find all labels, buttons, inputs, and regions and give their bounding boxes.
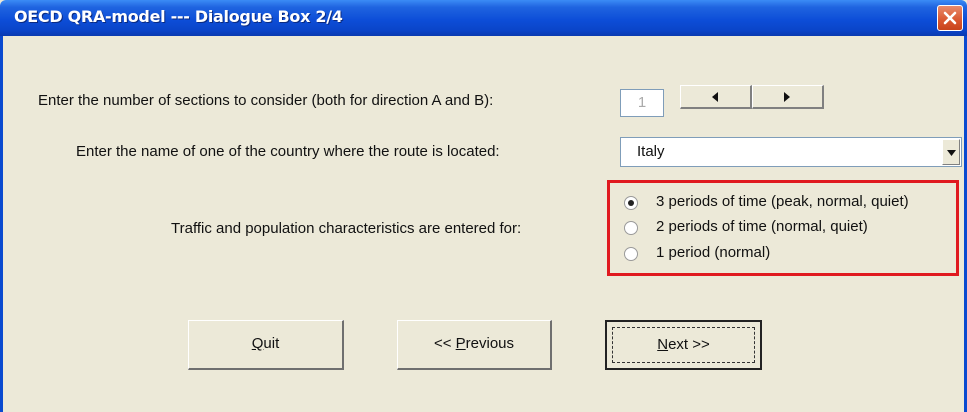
traffic-label: Traffic and population characteristics a…: [171, 220, 522, 237]
country-label: Enter the name of one of the country whe…: [76, 143, 500, 160]
dropdown-button[interactable]: [942, 139, 960, 165]
quit-label-rest: uit: [263, 335, 280, 352]
previous-label-rest: revious: [465, 335, 515, 352]
spin-increment-button[interactable]: [752, 85, 824, 109]
radio-button[interactable]: [624, 196, 638, 210]
radio-option-label: 2 periods of time (normal, quiet): [656, 218, 868, 235]
previous-button[interactable]: << Previous: [397, 320, 552, 370]
next-accel: N: [657, 336, 669, 353]
radio-option-label: 1 period (normal): [656, 244, 771, 261]
sections-count-field[interactable]: 1: [620, 89, 664, 117]
sections-label: Enter the number of sections to consider…: [38, 92, 494, 109]
window-title: OECD QRA-model --- Dialogue Box 2/4: [14, 7, 343, 26]
spin-decrement-button[interactable]: [680, 85, 752, 109]
arrow-right-icon: [784, 92, 790, 102]
radio-button[interactable]: [624, 221, 638, 235]
dialog-window: OECD QRA-model --- Dialogue Box 2/4 Ente…: [0, 0, 967, 412]
arrow-left-icon: [712, 92, 718, 102]
country-dropdown[interactable]: Italy: [620, 137, 962, 167]
previous-accel: P: [455, 335, 466, 352]
radio-option-label: 3 periods of time (peak, normal, quiet): [656, 193, 909, 210]
country-selected-value: Italy: [637, 143, 665, 160]
title-bar[interactable]: OECD QRA-model --- Dialogue Box 2/4: [0, 0, 967, 36]
previous-prefix: <<: [433, 335, 456, 352]
next-label-rest: ext >>: [668, 336, 710, 353]
quit-accel: Q: [251, 335, 264, 352]
traffic-periods-radio-group: 3 periods of time (peak, normal, quiet) …: [607, 180, 959, 276]
close-button[interactable]: [937, 5, 963, 31]
close-icon: [943, 11, 957, 25]
quit-button[interactable]: Quit: [188, 320, 344, 370]
chevron-down-icon: [947, 150, 956, 156]
radio-button[interactable]: [624, 247, 638, 261]
next-button[interactable]: Next >>: [605, 320, 762, 370]
